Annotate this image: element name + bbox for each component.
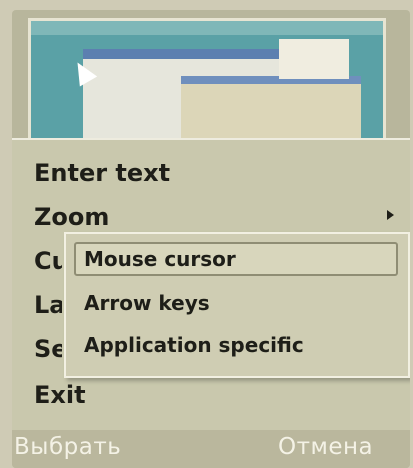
preview-strip (31, 21, 383, 35)
softkey-bar: Выбрать Отмена (12, 430, 410, 468)
preview-window (181, 76, 361, 140)
submenu-item-arrow-keys[interactable]: Arrow keys (84, 290, 210, 316)
menu-item-zoom[interactable]: Zoom (34, 202, 109, 232)
softkey-cancel-button[interactable]: Отмена (278, 434, 373, 460)
submenu-item-application-specific[interactable]: Application specific (84, 332, 304, 358)
phone-screen: Enter text Zoom Cursor Language Settings… (12, 10, 410, 468)
softkey-select-button[interactable]: Выбрать (14, 434, 121, 460)
submenu-item-mouse-cursor[interactable]: Mouse cursor (84, 246, 236, 272)
menu-item-enter-text[interactable]: Enter text (34, 158, 170, 188)
cursor-submenu: Mouse cursor Arrow keys Application spec… (64, 232, 410, 378)
preview-window (279, 39, 349, 79)
remote-desktop-preview (28, 18, 386, 143)
menu-item-settings[interactable]: Settings (34, 334, 62, 364)
submenu-arrow-icon (387, 210, 394, 220)
menu-item-cursor[interactable]: Cursor (34, 246, 62, 276)
menu-item-language[interactable]: Language (34, 290, 62, 320)
menu-item-exit[interactable]: Exit (34, 380, 86, 410)
